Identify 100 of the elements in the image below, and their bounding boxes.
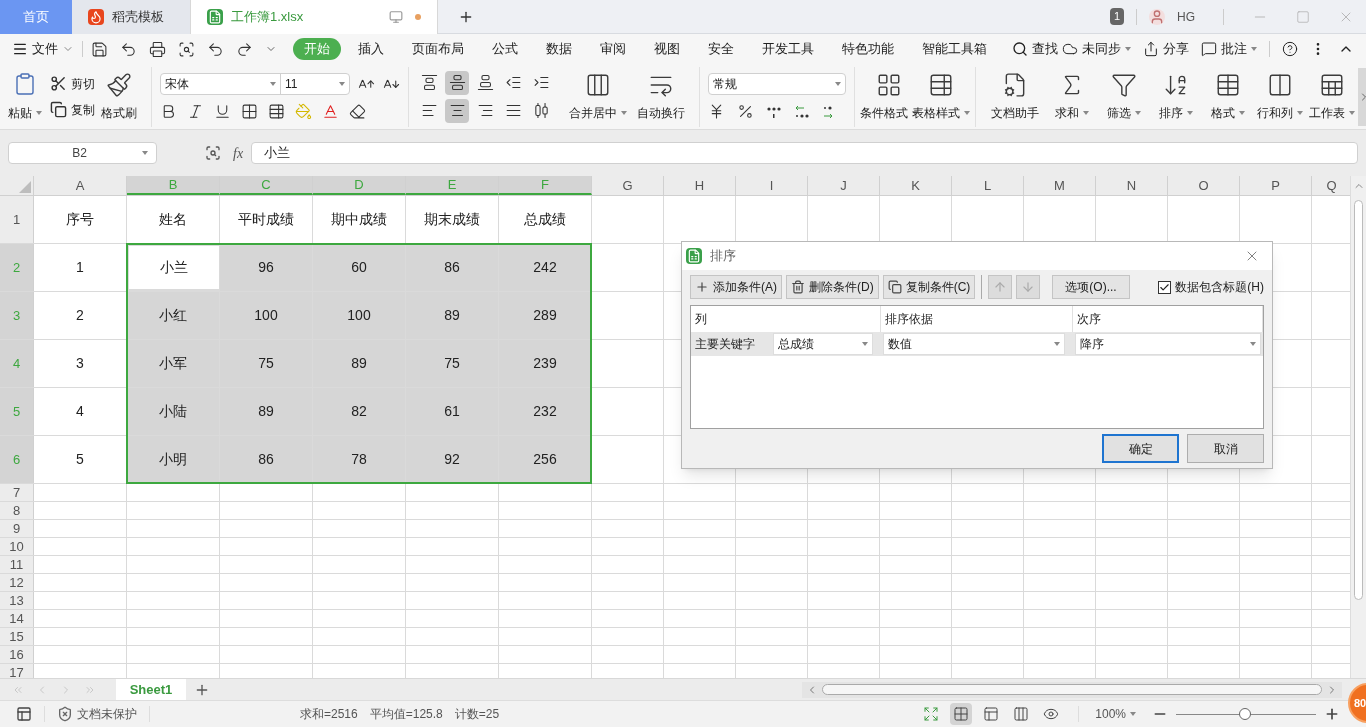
row-header[interactable]: 11: [0, 556, 34, 573]
header-checkbox[interactable]: 数据包含标题(H): [1158, 278, 1264, 296]
scroll-thumb[interactable]: [822, 684, 1322, 695]
panel-icon[interactable]: [16, 706, 32, 722]
row-header[interactable]: 16: [0, 646, 34, 663]
ribbon-button[interactable]: 求和: [1046, 67, 1098, 126]
underline-icon[interactable]: [214, 103, 231, 120]
ribbon-button[interactable]: 工作表: [1306, 67, 1358, 126]
align-button[interactable]: [445, 98, 469, 123]
column-header[interactable]: K: [880, 176, 952, 195]
row-header[interactable]: 1: [0, 196, 34, 243]
checkbox[interactable]: [1158, 280, 1172, 294]
cell-style-icon[interactable]: [268, 103, 285, 120]
ribbon-button[interactable]: 排序: [1150, 67, 1202, 126]
slider-thumb[interactable]: [1238, 708, 1251, 720]
row-header[interactable]: 7: [0, 484, 34, 501]
row-header[interactable]: 8: [0, 502, 34, 519]
window-count-badge[interactable]: 1: [1109, 8, 1124, 25]
eraser-icon[interactable]: [349, 103, 366, 120]
dialog-toolbar-button[interactable]: 选项(O)...: [1052, 275, 1130, 299]
save-icon[interactable]: [91, 40, 108, 58]
horizontal-scrollbar[interactable]: [802, 681, 1342, 698]
protection-status[interactable]: 文档未保护: [57, 705, 137, 723]
dialog-toolbar-button[interactable]: 复制条件(C): [882, 275, 976, 299]
font-color-icon[interactable]: [322, 103, 339, 120]
toolbar-action[interactable]: 分享: [1143, 39, 1189, 59]
column-header[interactable]: J: [808, 176, 880, 195]
row-header[interactable]: 15: [0, 628, 34, 645]
ribbon-tab[interactable]: 公式: [481, 38, 529, 60]
help-icon[interactable]: [1282, 41, 1298, 57]
decimal-increase-icon[interactable]: [794, 103, 810, 120]
column-header[interactable]: L: [952, 176, 1024, 195]
ribbon-tab[interactable]: 开发工具: [751, 38, 825, 60]
column-header[interactable]: O: [1168, 176, 1240, 195]
ribbon-button[interactable]: 行和列: [1254, 67, 1306, 126]
sheet-tab[interactable]: Sheet1: [116, 678, 186, 701]
user-name[interactable]: HG: [1177, 7, 1195, 26]
row-header[interactable]: 14: [0, 610, 34, 627]
zoom-in-icon[interactable]: [1324, 706, 1340, 722]
basis-select[interactable]: 数值: [883, 333, 1065, 355]
zoom-select[interactable]: 100%: [1095, 705, 1136, 723]
column-header[interactable]: G: [592, 176, 664, 195]
zoom-slider[interactable]: [1176, 708, 1316, 720]
cut-button[interactable]: 剪切: [50, 74, 95, 93]
row-header[interactable]: 9: [0, 520, 34, 537]
ribbon-tab[interactable]: 智能工具箱: [911, 38, 998, 60]
ribbon-button[interactable]: 文档助手: [984, 67, 1046, 126]
column-header[interactable]: M: [1024, 176, 1096, 195]
avatar-icon[interactable]: [1149, 8, 1165, 25]
ribbon-tab[interactable]: 页面布局: [401, 38, 475, 60]
undo-icon[interactable]: [207, 40, 224, 58]
order-select[interactable]: 降序: [1075, 333, 1261, 355]
row-header[interactable]: 13: [0, 592, 34, 609]
ribbon-tab[interactable]: 视图: [643, 38, 691, 60]
column-header[interactable]: P: [1240, 176, 1312, 195]
number-format-select[interactable]: 常规: [708, 73, 846, 95]
ribbon-button[interactable]: 自动换行: [631, 67, 691, 126]
function-label[interactable]: fx: [233, 142, 244, 164]
ribbon-button[interactable]: 格式刷: [95, 67, 143, 126]
preview-icon[interactable]: [178, 40, 195, 58]
redo-icon[interactable]: [236, 40, 253, 58]
formula-input[interactable]: 小兰: [251, 142, 1358, 164]
name-box[interactable]: B2: [8, 142, 157, 164]
border-icon[interactable]: [241, 103, 258, 120]
view-button[interactable]: [950, 703, 973, 725]
row-header[interactable]: 10: [0, 538, 34, 555]
row-header[interactable]: 17: [0, 664, 34, 678]
dialog-toolbar-button[interactable]: 添加条件(A): [690, 275, 782, 299]
vertical-scrollbar[interactable]: [1350, 176, 1366, 678]
percent-icon[interactable]: [737, 103, 754, 120]
fill-color-icon[interactable]: [295, 103, 312, 120]
printer-icon[interactable]: [149, 40, 166, 58]
scroll-thumb[interactable]: [1354, 200, 1363, 600]
ribbon-button[interactable]: 筛选: [1098, 67, 1150, 126]
search-button[interactable]: 查找: [1012, 39, 1058, 59]
document-tab[interactable]: 稻壳模板: [72, 0, 190, 34]
dialog-button[interactable]: 取消: [1187, 434, 1264, 463]
ribbon-tab[interactable]: 特色功能: [831, 38, 905, 60]
ribbon-tab[interactable]: 安全: [697, 38, 745, 60]
toolbar-action[interactable]: 未同步: [1062, 39, 1131, 59]
ribbon-tab[interactable]: 数据: [535, 38, 583, 60]
file-menu[interactable]: 文件: [12, 39, 74, 59]
italic-icon[interactable]: [187, 103, 204, 120]
ribbon-button[interactable]: 格式: [1202, 67, 1254, 126]
ribbon-button[interactable]: 合并居中: [565, 67, 631, 126]
toolbar-action[interactable]: 批注: [1201, 39, 1257, 59]
paste-button[interactable]: 粘贴: [8, 67, 42, 126]
dialog-toolbar-button[interactable]: 删除条件(D): [786, 275, 879, 299]
column-header[interactable]: N: [1096, 176, 1168, 195]
dialog-button[interactable]: 确定: [1102, 434, 1179, 463]
zoom-lookup-icon[interactable]: [205, 145, 221, 161]
column-header[interactable]: H: [664, 176, 736, 195]
document-tab[interactable]: 工作簿1.xlsx: [190, 0, 438, 34]
ribbon-tab[interactable]: 插入: [347, 38, 395, 60]
align-button[interactable]: [445, 70, 469, 95]
ribbon-tab[interactable]: 审阅: [589, 38, 637, 60]
row-header[interactable]: 12: [0, 574, 34, 591]
column-header[interactable]: I: [736, 176, 808, 195]
column-select[interactable]: 总成绩: [773, 333, 873, 355]
copy-button[interactable]: 复制: [50, 100, 95, 119]
